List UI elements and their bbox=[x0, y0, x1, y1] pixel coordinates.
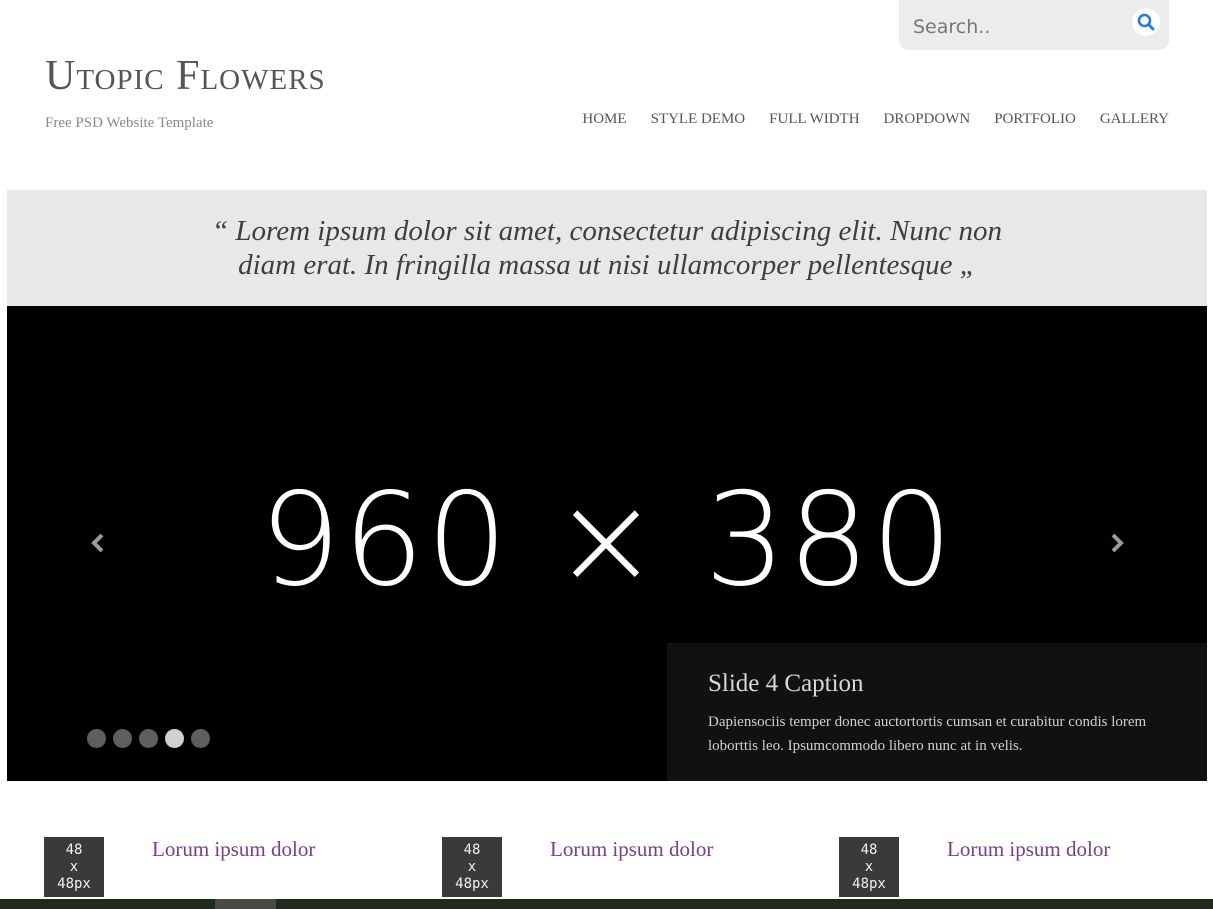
thumb-line: x bbox=[864, 858, 874, 875]
nav-item-full-width[interactable]: FULL WIDTH bbox=[769, 111, 859, 128]
feature-thumbnail: 48 x 48px bbox=[839, 837, 899, 897]
slider-dot-1[interactable] bbox=[87, 729, 106, 748]
image-slider: 960 × 380 Slide 4 Caption Dapiensociis t… bbox=[7, 306, 1207, 781]
slide-caption-text: Dapiensociis temper donec auctortortis c… bbox=[708, 714, 1147, 754]
site-subtitle: Free PSD Website Template bbox=[45, 115, 214, 131]
search-icon bbox=[1137, 13, 1155, 31]
thumb-line: 48 bbox=[463, 841, 481, 858]
thumb-line: x bbox=[69, 858, 79, 875]
feature-thumbnail: 48 x 48px bbox=[44, 837, 104, 897]
thumb-line: x bbox=[467, 858, 477, 875]
feature-title-link[interactable]: Lorum ipsum dolor bbox=[947, 837, 1110, 862]
search-bar bbox=[899, 0, 1169, 50]
slide-caption-title: Slide 4 Caption bbox=[708, 670, 864, 697]
slider-dot-2[interactable] bbox=[113, 729, 132, 748]
search-input[interactable] bbox=[911, 10, 1120, 44]
feature-title-link[interactable]: Lorum ipsum dolor bbox=[152, 837, 315, 862]
nav-item-home[interactable]: HOME bbox=[582, 111, 626, 128]
nav-item-dropdown[interactable]: DROPDOWN bbox=[884, 111, 971, 128]
footer-strip bbox=[0, 899, 1213, 909]
search-button[interactable] bbox=[1132, 8, 1160, 36]
thumb-line: 48 bbox=[860, 841, 878, 858]
slider-dot-4[interactable] bbox=[165, 729, 184, 748]
slider-dot-5[interactable] bbox=[191, 729, 210, 748]
slider-prev-button[interactable] bbox=[83, 528, 113, 558]
thumb-line: 48px bbox=[57, 875, 91, 892]
slider-next-button[interactable] bbox=[1102, 528, 1132, 558]
quote-band: “ Lorem ipsum dolor sit amet, consectetu… bbox=[7, 190, 1207, 306]
slide-caption: Slide 4 Caption Dapiensociis temper done… bbox=[667, 643, 1207, 781]
feature-title-link[interactable]: Lorum ipsum dolor bbox=[550, 837, 713, 862]
feature-thumbnail: 48 x 48px bbox=[442, 837, 502, 897]
slider-pagination bbox=[87, 729, 210, 748]
site-title[interactable]: Utopic Flowers bbox=[45, 52, 326, 100]
footer-strip-segment bbox=[215, 899, 276, 909]
thumb-line: 48px bbox=[852, 875, 886, 892]
thumb-line: 48px bbox=[455, 875, 489, 892]
chevron-right-icon bbox=[1111, 533, 1124, 553]
nav-item-portfolio[interactable]: PORTFOLIO bbox=[994, 111, 1076, 128]
thumb-line: 48 bbox=[65, 841, 83, 858]
slider-dot-3[interactable] bbox=[139, 729, 158, 748]
quote-text: “ Lorem ipsum dolor sit amet, consectetu… bbox=[212, 215, 1002, 281]
nav-item-gallery[interactable]: GALLERY bbox=[1100, 111, 1169, 128]
nav-item-style-demo[interactable]: STYLE DEMO bbox=[651, 111, 746, 128]
main-nav: HOME STYLE DEMO FULL WIDTH DROPDOWN PORT… bbox=[582, 111, 1169, 128]
chevron-left-icon bbox=[91, 533, 104, 553]
slide-placeholder-text: 960 × 380 bbox=[259, 466, 955, 615]
